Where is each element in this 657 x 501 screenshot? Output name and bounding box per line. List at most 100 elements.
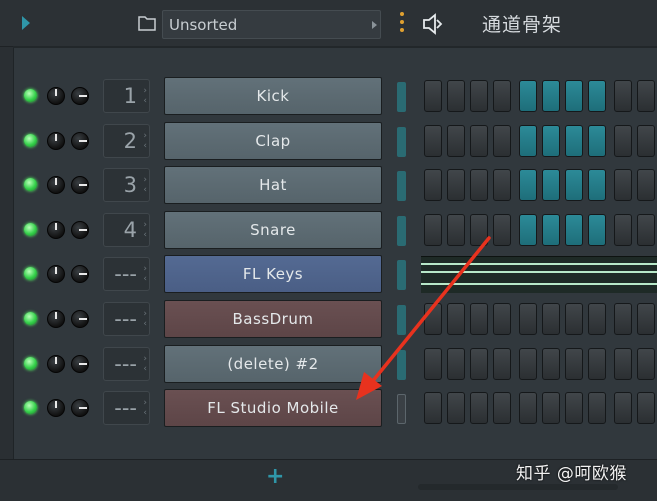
step-button[interactable] [614, 303, 632, 335]
mixer-track-selector[interactable]: 1 › ‹ [103, 79, 150, 113]
step-button[interactable] [614, 169, 632, 201]
mute-led[interactable] [24, 312, 37, 325]
step-button[interactable] [588, 125, 606, 157]
volume-knob[interactable] [47, 132, 65, 150]
step-button[interactable] [614, 392, 632, 424]
step-button[interactable] [493, 125, 511, 157]
speaker-icon[interactable] [422, 13, 446, 35]
horizontal-scrollbar[interactable] [418, 484, 618, 490]
step-button[interactable] [588, 80, 606, 112]
step-button[interactable] [565, 392, 583, 424]
step-button[interactable] [614, 214, 632, 246]
mixer-track-selector[interactable]: --- › ‹ [103, 391, 150, 425]
step-button[interactable] [470, 214, 488, 246]
mute-led[interactable] [24, 267, 37, 280]
step-button[interactable] [493, 392, 511, 424]
channel-name-button[interactable]: FL Keys [164, 255, 382, 293]
step-button[interactable] [447, 348, 465, 380]
step-button[interactable] [637, 169, 655, 201]
channel-select-indicator[interactable] [397, 171, 406, 201]
step-button[interactable] [470, 80, 488, 112]
channel-select-indicator[interactable] [397, 305, 406, 335]
step-button[interactable] [565, 214, 583, 246]
volume-knob[interactable] [47, 176, 65, 194]
step-button[interactable] [424, 303, 442, 335]
mixer-track-selector[interactable]: 4 › ‹ [103, 213, 150, 247]
piano-roll-preview[interactable] [421, 256, 657, 293]
channel-select-indicator[interactable] [397, 350, 406, 380]
step-button[interactable] [614, 348, 632, 380]
pan-knob[interactable] [71, 221, 89, 239]
pan-knob[interactable] [71, 132, 89, 150]
mute-led[interactable] [24, 178, 37, 191]
folder-icon[interactable] [138, 15, 156, 31]
channel-name-button[interactable]: BassDrum [164, 300, 382, 338]
mixer-track-selector[interactable]: --- › ‹ [103, 257, 150, 291]
channel-name-button[interactable]: Snare [164, 211, 382, 249]
step-button[interactable] [637, 80, 655, 112]
step-button[interactable] [637, 348, 655, 380]
mute-led[interactable] [24, 357, 37, 370]
step-button[interactable] [588, 348, 606, 380]
step-button[interactable] [470, 169, 488, 201]
volume-knob[interactable] [47, 221, 65, 239]
mixer-track-selector[interactable]: --- › ‹ [103, 347, 150, 381]
step-button[interactable] [424, 214, 442, 246]
step-button[interactable] [447, 392, 465, 424]
step-button[interactable] [637, 214, 655, 246]
step-button[interactable] [493, 80, 511, 112]
volume-knob[interactable] [47, 355, 65, 373]
step-button[interactable] [447, 303, 465, 335]
step-button[interactable] [588, 169, 606, 201]
mixer-track-selector[interactable]: --- › ‹ [103, 302, 150, 336]
step-button[interactable] [519, 80, 537, 112]
step-button[interactable] [542, 214, 560, 246]
step-button[interactable] [519, 169, 537, 201]
step-button[interactable] [542, 80, 560, 112]
channel-name-button[interactable]: FL Studio Mobile [164, 389, 382, 427]
step-button[interactable] [565, 125, 583, 157]
mute-led[interactable] [24, 89, 37, 102]
step-button[interactable] [424, 169, 442, 201]
step-button[interactable] [447, 80, 465, 112]
channel-select-indicator[interactable] [397, 82, 406, 112]
step-button[interactable] [542, 169, 560, 201]
step-button[interactable] [542, 348, 560, 380]
step-button[interactable] [588, 214, 606, 246]
step-button[interactable] [565, 169, 583, 201]
step-button[interactable] [614, 80, 632, 112]
pan-knob[interactable] [71, 87, 89, 105]
step-button[interactable] [519, 348, 537, 380]
step-button[interactable] [470, 392, 488, 424]
step-button[interactable] [614, 125, 632, 157]
step-button[interactable] [424, 80, 442, 112]
channel-filter-select[interactable]: Unsorted [162, 10, 381, 39]
volume-knob[interactable] [47, 310, 65, 328]
channel-name-button[interactable]: Kick [164, 77, 382, 115]
play-arrow-icon[interactable] [22, 16, 30, 30]
step-button[interactable] [637, 303, 655, 335]
step-button[interactable] [565, 348, 583, 380]
pan-knob[interactable] [71, 176, 89, 194]
step-button[interactable] [424, 348, 442, 380]
channel-select-indicator[interactable] [397, 394, 406, 424]
step-button[interactable] [470, 125, 488, 157]
step-button[interactable] [565, 303, 583, 335]
channel-name-button[interactable]: Hat [164, 166, 382, 204]
mixer-track-selector[interactable]: 3 › ‹ [103, 168, 150, 202]
step-button[interactable] [447, 214, 465, 246]
mute-led[interactable] [24, 223, 37, 236]
mixer-track-selector[interactable]: 2 › ‹ [103, 124, 150, 158]
step-button[interactable] [519, 214, 537, 246]
mute-led[interactable] [24, 401, 37, 414]
step-button[interactable] [637, 125, 655, 157]
volume-knob[interactable] [47, 265, 65, 283]
mute-led[interactable] [24, 134, 37, 147]
step-button[interactable] [470, 348, 488, 380]
add-channel-button[interactable]: + [266, 466, 284, 488]
step-button[interactable] [542, 125, 560, 157]
step-button[interactable] [493, 348, 511, 380]
menu-dots-icon[interactable] [399, 12, 405, 36]
step-button[interactable] [447, 125, 465, 157]
step-button[interactable] [424, 125, 442, 157]
